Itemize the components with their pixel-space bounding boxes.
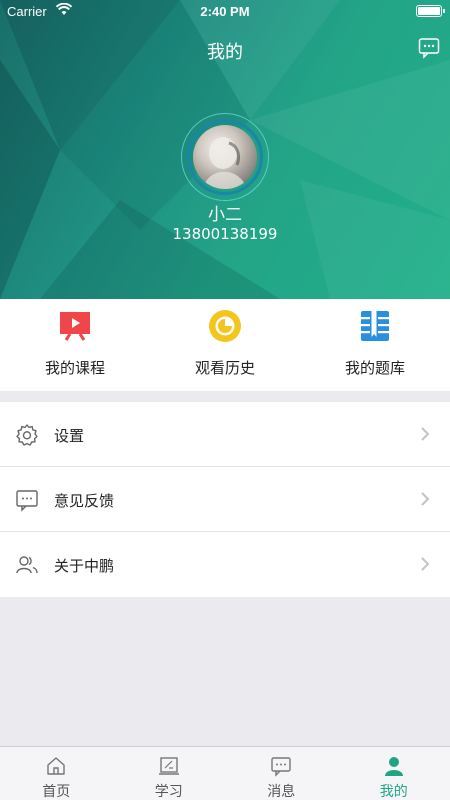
menu-label: 关于中鹏 <box>54 557 115 575</box>
page-title: 我的 <box>207 42 243 63</box>
battery-icon <box>416 5 445 17</box>
question-bank-icon <box>361 311 389 341</box>
tab-label: 学习 <box>154 784 183 800</box>
chevron-right-icon <box>421 427 430 441</box>
username: 小二 <box>208 205 242 225</box>
chevron-right-icon <box>421 492 430 506</box>
quick-watch-history[interactable]: 观看历史 <box>150 299 300 391</box>
menu-label: 意见反馈 <box>54 492 115 510</box>
settings-menu: 设置 意见反馈 关于中鹏 <box>0 402 450 597</box>
quick-actions: 我的课程 观看历史 我的题库 <box>0 299 450 391</box>
message-icon <box>271 757 291 777</box>
feedback-icon <box>16 490 38 512</box>
message-dots-icon[interactable] <box>418 37 440 59</box>
chevron-right-icon <box>421 557 430 571</box>
quick-label: 我的课程 <box>44 359 105 377</box>
person-icon <box>384 757 403 776</box>
tab-label: 消息 <box>267 784 296 800</box>
tab-profile[interactable]: 我的 <box>338 747 450 800</box>
tab-study[interactable]: 学习 <box>113 747 226 800</box>
profile-header: Carrier 2:40 PM 我的 小二 13800138199 <box>0 0 450 299</box>
quick-question-bank[interactable]: 我的题库 <box>300 299 450 391</box>
tab-label: 我的 <box>379 784 408 800</box>
quick-label: 观看历史 <box>194 359 255 377</box>
video-course-icon <box>60 312 90 341</box>
status-time: 2:40 PM <box>200 4 250 19</box>
menu-item-about[interactable]: 关于中鹏 <box>0 532 450 597</box>
phone-number: 13800138199 <box>172 225 278 243</box>
tab-messages[interactable]: 消息 <box>225 747 338 800</box>
menu-item-settings[interactable]: 设置 <box>0 402 450 467</box>
study-icon <box>158 757 179 775</box>
quick-label: 我的题库 <box>344 359 405 377</box>
tab-label: 首页 <box>42 784 71 800</box>
home-icon <box>47 757 65 775</box>
users-icon <box>16 556 38 574</box>
menu-label: 设置 <box>54 427 85 445</box>
gear-icon <box>16 424 38 446</box>
eye-history-icon <box>209 310 241 342</box>
tab-bar: 首页 学习 消息 我的 <box>0 746 450 800</box>
quick-my-courses[interactable]: 我的课程 <box>0 299 150 391</box>
menu-item-feedback[interactable]: 意见反馈 <box>0 467 450 532</box>
tab-home[interactable]: 首页 <box>0 747 113 800</box>
status-bar: Carrier 2:40 PM <box>0 0 450 24</box>
avatar[interactable] <box>193 125 257 189</box>
